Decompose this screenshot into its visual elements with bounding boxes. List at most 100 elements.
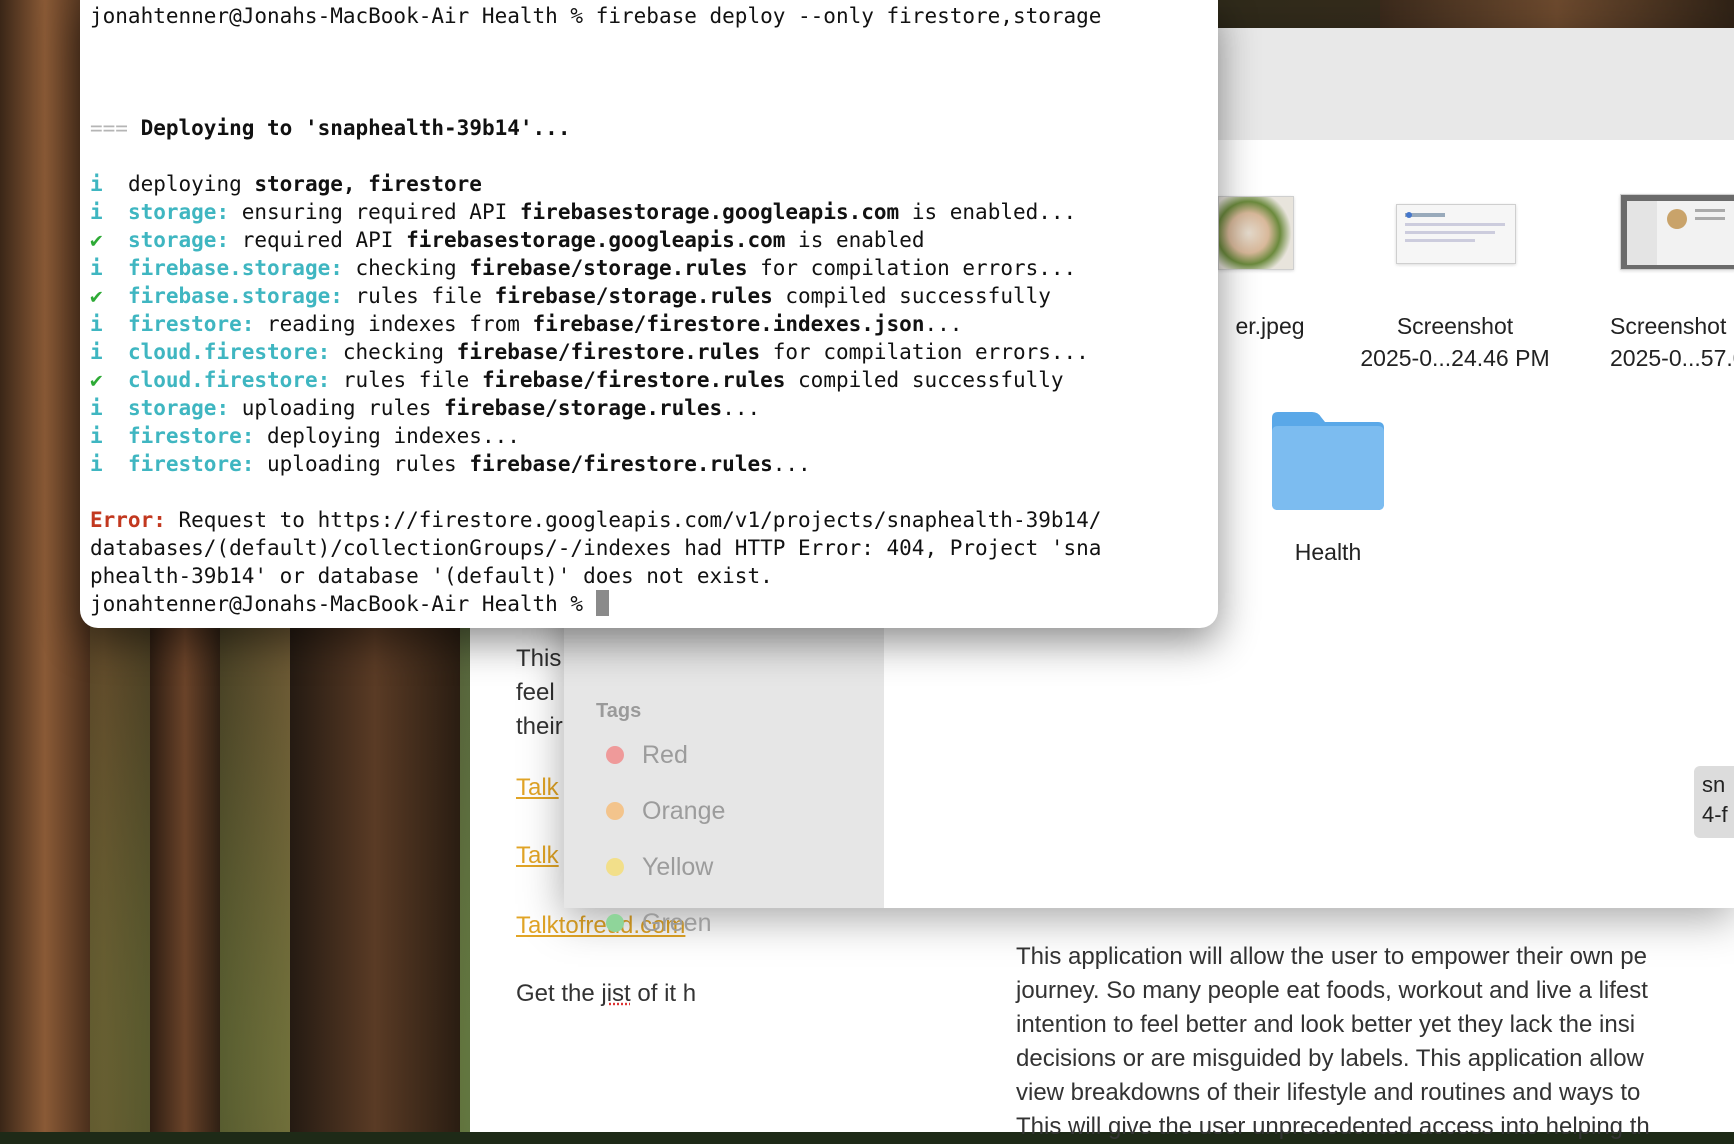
error-text: Request to https://firestore.googleapis.… xyxy=(165,508,1102,532)
tags-header: Tags xyxy=(596,700,642,722)
folder-name[interactable]: Health xyxy=(1268,536,1388,568)
body-line: This application will allow the user to … xyxy=(1016,943,1647,970)
file-name-line: Screenshot xyxy=(1610,313,1727,339)
info-icon: i xyxy=(90,424,128,448)
log-segment: storage: xyxy=(127,200,230,224)
sidebar-tag-green[interactable]: Green xyxy=(606,903,711,943)
log-segment: firebase/firestore.rules xyxy=(481,368,786,392)
deploy-prefix: === xyxy=(90,116,128,140)
info-icon: i xyxy=(90,172,128,196)
deploy-text: Deploying to 'snaphealth-39b14'... xyxy=(140,116,571,140)
log-segment: for compilation errors... xyxy=(760,340,1089,364)
error-line-3: phealth-39b14' or database '(default)' d… xyxy=(90,564,773,588)
yellow-tag-icon xyxy=(606,858,624,876)
body-line: view breakdowns of their lifestyle and r… xyxy=(1016,1079,1641,1106)
screenshot-thumbnail[interactable] xyxy=(1620,194,1734,270)
log-segment: cloud.firestore: xyxy=(127,368,331,392)
body-line: This will give the user unprecedented ac… xyxy=(1016,1113,1650,1140)
terminal-log-line: i storage: ensuring required API firebas… xyxy=(90,198,1076,226)
terminal-window[interactable]: jonahtenner@Jonahs-MacBook-Air Health % … xyxy=(80,0,1218,628)
screenshot-thumbnail[interactable] xyxy=(1396,204,1516,264)
checkmark-icon: ✔ xyxy=(90,228,128,252)
file-name[interactable]: Screenshot 2025-0...57.09 xyxy=(1574,310,1734,374)
file-name-line: 2025-0...24.46 PM xyxy=(1360,345,1550,371)
screenshot-preview-icon xyxy=(1627,201,1734,265)
info-icon: i xyxy=(90,256,128,280)
log-segment: is enabled xyxy=(785,228,925,252)
file-name[interactable]: er.jpeg xyxy=(1200,310,1340,342)
log-segment: ensuring required API xyxy=(229,200,520,224)
log-segment: reading indexes from xyxy=(254,312,533,336)
tag-label: Red xyxy=(642,740,688,769)
terminal-log-line: i storage: uploading rules firebase/stor… xyxy=(90,394,760,422)
log-segment: firebasestorage.googleapis.com xyxy=(519,200,900,224)
tree-trunk xyxy=(0,0,90,1132)
terminal-log-line: i firestore: reading indexes from fireba… xyxy=(90,310,962,338)
deploy-header: === Deploying to 'snaphealth-39b14'... xyxy=(90,114,570,142)
log-segment: storage: xyxy=(127,396,230,420)
notes-link[interactable]: Talk xyxy=(516,842,559,870)
log-segment: firebase/firestore.rules xyxy=(456,340,761,364)
checkmark-icon: ✔ xyxy=(90,284,128,308)
body-line: decisions or are misguided by labels. Th… xyxy=(1016,1045,1644,1072)
sidebar-tag-orange[interactable]: Orange xyxy=(606,791,725,831)
info-icon: i xyxy=(90,396,128,420)
file-name[interactable]: Screenshot 2025-0...24.46 PM xyxy=(1340,310,1570,374)
body-line: intention to feel better and look better… xyxy=(1016,1011,1636,1038)
image-thumbnail[interactable] xyxy=(1218,196,1294,270)
log-segment: firebase/firestore.rules xyxy=(469,452,773,476)
log-segment: checking xyxy=(342,256,470,280)
terminal-log-line: i firestore: uploading rules firebase/fi… xyxy=(90,450,811,478)
log-segment: required API xyxy=(229,228,407,252)
tag-label: Orange xyxy=(642,796,726,825)
log-segment: firebase/storage.rules xyxy=(469,256,748,280)
log-segment: for compilation errors... xyxy=(747,256,1077,280)
terminal-log-line: ✔ cloud.firestore: rules file firebase/f… xyxy=(90,366,1064,394)
log-segment: firebase/storage.rules xyxy=(444,396,723,420)
log-segment: firebasestorage.googleapis.com xyxy=(406,228,786,252)
log-segment: compiled successfully xyxy=(772,284,1051,308)
text-cursor xyxy=(595,590,609,616)
terminal-command-line: jonahtenner@Jonahs-MacBook-Air Health % … xyxy=(90,4,1102,28)
info-icon: i xyxy=(90,340,128,364)
gist-suffix: of it h xyxy=(630,980,697,1007)
error-line-1: Error: Request to https://firestore.goog… xyxy=(90,506,1101,534)
log-segment: uploading rules xyxy=(229,396,445,420)
sidebar-tag-red[interactable]: Red xyxy=(606,735,688,775)
log-segment: firebase.storage: xyxy=(127,256,343,280)
log-segment: compiled successfully xyxy=(785,368,1064,392)
green-tag-icon xyxy=(606,914,624,932)
log-segment: firebase/firestore.indexes.json xyxy=(532,312,925,336)
red-tag-icon xyxy=(606,746,624,764)
checkmark-icon: ✔ xyxy=(90,368,128,392)
error-label: Error: xyxy=(90,508,166,532)
log-segment: uploading rules xyxy=(254,452,470,476)
error-line-2: databases/(default)/collectionGroups/-/i… xyxy=(90,536,1102,560)
terminal-prompt[interactable]: jonahtenner@Jonahs-MacBook-Air Health % xyxy=(90,590,609,618)
log-segment: ... xyxy=(772,452,811,476)
notes-gist-text: Get the jist of it h xyxy=(516,980,696,1008)
notes-link[interactable]: Talk xyxy=(516,774,559,802)
log-segment: checking xyxy=(330,340,457,364)
info-icon: i xyxy=(90,452,128,476)
log-segment: rules file xyxy=(342,284,495,308)
log-segment: cloud.firestore: xyxy=(127,340,331,364)
sidebar-tag-yellow[interactable]: Yellow xyxy=(606,847,713,887)
terminal-log-line: i deploying storage, firestore xyxy=(90,170,482,198)
misspelled-word[interactable]: jist xyxy=(601,980,630,1007)
log-segment: rules file xyxy=(330,368,482,392)
tag-label: Green xyxy=(642,908,712,937)
info-icon: i xyxy=(90,312,128,336)
gist-prefix: Get the xyxy=(516,980,602,1007)
log-segment: firestore: xyxy=(127,452,255,476)
info-icon: i xyxy=(90,200,128,224)
folder-icon[interactable] xyxy=(1268,408,1388,512)
partial-file-label[interactable]: sn 4-f xyxy=(1694,766,1734,838)
log-segment: storage, firestore xyxy=(254,172,482,196)
tag-label: Yellow xyxy=(642,852,714,881)
log-segment: ... xyxy=(722,396,761,420)
log-segment: ... xyxy=(924,312,963,336)
log-segment: deploying xyxy=(127,172,255,196)
prompt-text: jonahtenner@Jonahs-MacBook-Air Health % xyxy=(90,592,596,616)
log-segment: firebase.storage: xyxy=(127,284,343,308)
